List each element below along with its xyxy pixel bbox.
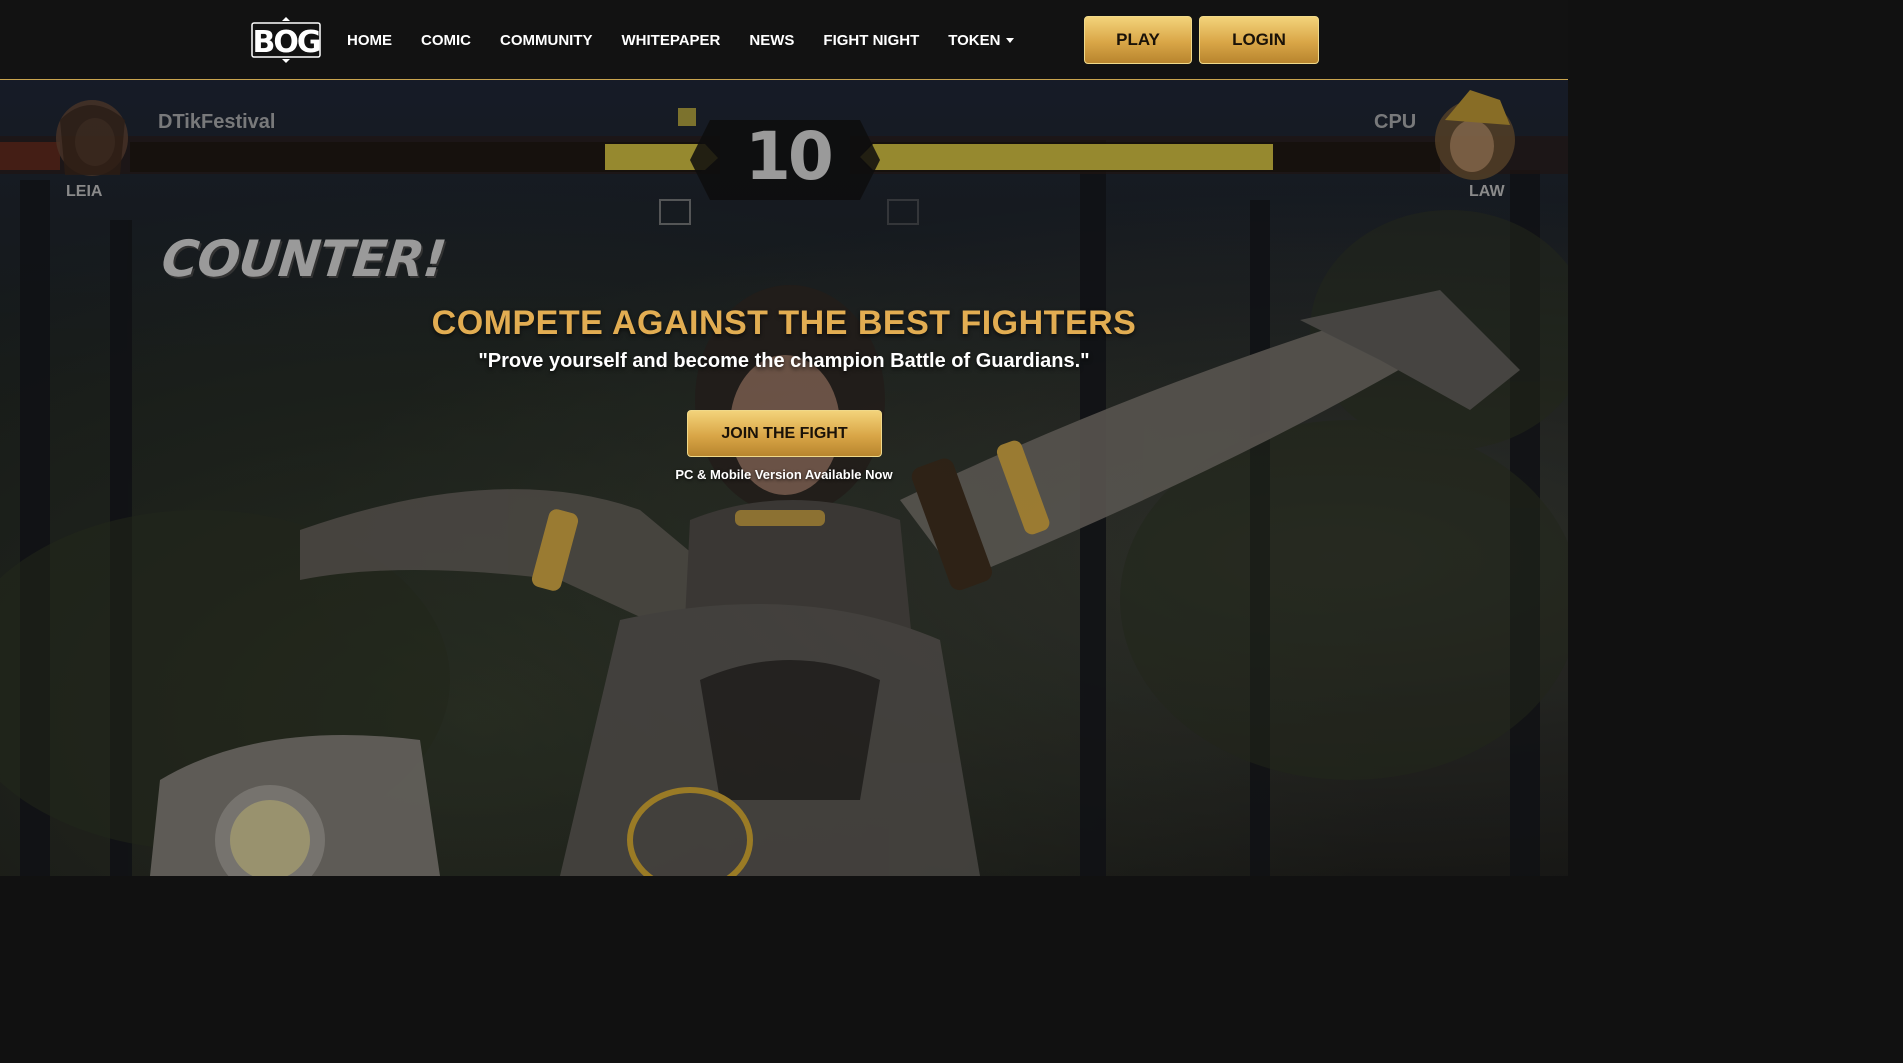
hero-title: COMPETE AGAINST THE BEST FIGHTERS <box>431 304 1137 342</box>
nav-comic[interactable]: COMIC <box>421 32 471 49</box>
nav-token-label: TOKEN <box>948 31 1001 49</box>
hud-round-timer: 10 <box>745 118 834 195</box>
nav-news[interactable]: NEWS <box>749 32 794 49</box>
login-button[interactable]: LOGIN <box>1199 16 1319 64</box>
top-navbar: BOG HOME COMIC COMMUNITY WHITEPAPER NEWS… <box>0 0 1568 80</box>
nav-home[interactable]: HOME <box>347 32 392 49</box>
hud-opponent-name: CPU <box>1374 111 1417 133</box>
nav-token-dropdown[interactable]: TOKEN <box>948 31 1015 49</box>
main-nav: HOME COMIC COMMUNITY WHITEPAPER NEWS FIG… <box>347 0 1043 80</box>
hud-player-name: DTikFestival <box>158 111 276 133</box>
hero-section: DTikFestival CPU LEIA LAW 10 COUNTER! CO… <box>0 80 1568 876</box>
play-button[interactable]: PLAY <box>1084 16 1192 64</box>
hud-player-character: LEIA <box>66 183 103 200</box>
hud-combo-text: COUNTER! <box>158 230 449 288</box>
join-the-fight-button[interactable]: JOIN THE FIGHT <box>687 410 882 457</box>
nav-fight-night[interactable]: FIGHT NIGHT <box>823 32 919 49</box>
nav-community[interactable]: COMMUNITY <box>500 32 593 49</box>
bog-logo[interactable]: BOG <box>250 17 322 63</box>
page: BOG HOME COMIC COMMUNITY WHITEPAPER NEWS… <box>0 0 1568 876</box>
logo-text: BOG <box>253 25 320 60</box>
nav-whitepaper[interactable]: WHITEPAPER <box>622 32 721 49</box>
caret-down-icon <box>1006 38 1015 44</box>
hero-subtitle: "Prove yourself and become the champion … <box>478 350 1090 372</box>
availability-note: PC & Mobile Version Available Now <box>675 467 893 482</box>
hud-opponent-character: LAW <box>1469 183 1505 200</box>
